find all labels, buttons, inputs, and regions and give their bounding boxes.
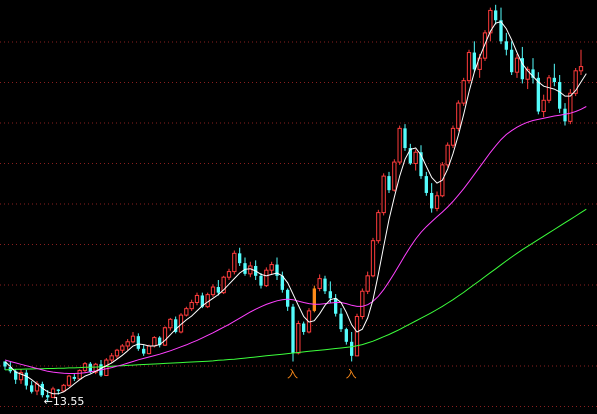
candle-body — [226, 271, 232, 278]
candle-body — [541, 99, 546, 113]
candle-body — [376, 212, 381, 242]
candle-body — [130, 335, 136, 343]
candle-body — [514, 57, 520, 73]
candle-body — [184, 308, 189, 316]
stock-chart[interactable]: ←13.55 入 入 — [0, 0, 597, 414]
candle-body — [30, 385, 34, 392]
candle-body — [445, 144, 450, 166]
candle-body — [354, 316, 360, 357]
candle-body — [472, 52, 476, 70]
candle-body — [344, 329, 348, 342]
candle-body — [56, 389, 60, 391]
candle-body — [434, 195, 440, 209]
candle-body — [125, 341, 130, 347]
candle-body — [259, 275, 263, 286]
candle-body — [152, 337, 157, 347]
candle-body — [504, 41, 508, 50]
candle-body — [136, 336, 140, 349]
candle-body — [61, 384, 66, 392]
candle-body — [430, 192, 434, 209]
candle-body — [424, 176, 428, 193]
candle-body — [494, 10, 498, 21]
candle-body — [146, 345, 152, 355]
candle-body — [238, 253, 242, 264]
candle-body — [365, 275, 370, 292]
candle-body — [232, 252, 237, 273]
candle-body — [189, 301, 194, 310]
candle-body — [114, 349, 120, 357]
candle-body — [88, 363, 92, 373]
candle-body — [243, 263, 247, 274]
candle-body — [392, 161, 397, 191]
candle-body — [397, 127, 402, 163]
candle-body — [77, 369, 82, 380]
candle-body — [387, 176, 391, 191]
candle-body — [552, 77, 556, 83]
candle-body — [350, 341, 354, 356]
candle-body — [40, 383, 44, 396]
candle-body — [109, 355, 114, 361]
candle-body — [334, 298, 338, 314]
candle-body — [269, 264, 274, 271]
candle-body — [24, 372, 28, 386]
candle-body — [302, 323, 306, 332]
candle-body — [461, 80, 466, 104]
candle-body — [168, 318, 173, 329]
candle-body — [216, 287, 220, 293]
candle-body — [381, 175, 386, 214]
candle-body — [264, 269, 269, 287]
candle-body — [563, 108, 567, 122]
candle-body — [339, 313, 343, 330]
candle-body — [578, 66, 584, 72]
candle-body — [403, 128, 407, 149]
candle-body — [120, 345, 125, 351]
candle-body — [286, 289, 290, 307]
candle-body — [296, 323, 301, 354]
candle-body — [66, 375, 72, 386]
candle-body — [248, 265, 253, 275]
candle-body — [323, 278, 327, 292]
candle-body — [510, 49, 514, 73]
candle-body — [456, 102, 461, 129]
candle-body — [413, 151, 418, 164]
candle-body — [558, 82, 562, 109]
low-price-label: ←13.55 — [44, 395, 85, 408]
candle-body — [450, 127, 456, 146]
candle-body — [370, 240, 376, 277]
candle-body — [210, 286, 216, 296]
candle-body — [104, 359, 109, 376]
candle-body — [312, 288, 316, 311]
candle-body — [360, 290, 365, 318]
candle-body — [568, 92, 573, 122]
candle-body — [142, 348, 146, 354]
candle-body — [162, 327, 168, 346]
candle-body — [194, 294, 200, 303]
candle-body — [317, 278, 322, 289]
buy-signal-label: 入 — [287, 367, 298, 380]
candle-body — [72, 376, 76, 379]
candle-body — [482, 32, 488, 59]
candle-body — [328, 291, 332, 299]
candle-body — [546, 77, 552, 101]
buy-signal-label: 入 — [346, 367, 357, 380]
candle-body — [466, 52, 472, 82]
candle-body — [291, 306, 295, 354]
